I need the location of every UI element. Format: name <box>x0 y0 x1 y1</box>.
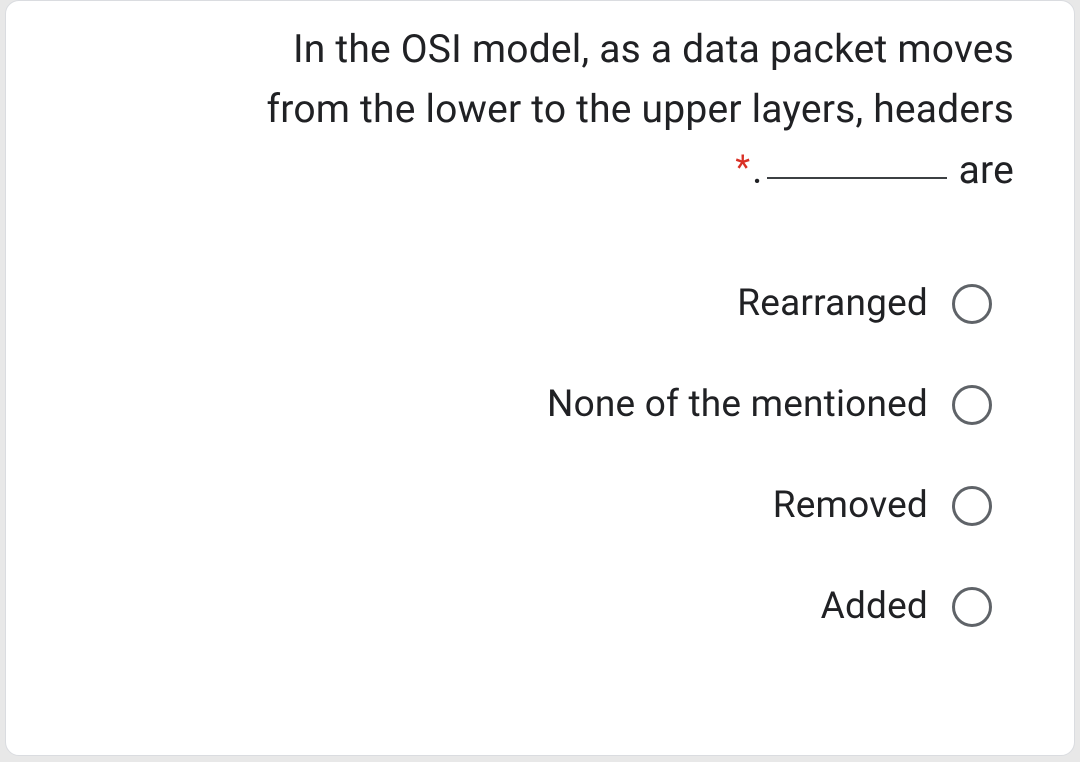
question-card: In the OSI model, as a data packet moves… <box>5 0 1075 756</box>
question-line-2: from the lower to the upper layers, head… <box>267 86 1014 132</box>
option-label: Removed <box>773 484 928 527</box>
fill-blank-line <box>767 177 947 179</box>
option-label: Rearranged <box>737 282 928 325</box>
option-label: None of the mentioned <box>547 383 928 426</box>
options-list: Rearranged None of the mentioned Removed… <box>54 282 1014 628</box>
radio-icon[interactable] <box>952 587 992 627</box>
option-row[interactable]: Removed <box>54 484 992 527</box>
question-line-1: In the OSI model, as a data packet moves <box>293 26 1014 72</box>
question-trailing: are <box>959 140 1014 200</box>
option-row[interactable]: Rearranged <box>54 282 992 325</box>
blank-wrapper: * . are <box>735 140 1014 200</box>
radio-icon[interactable] <box>952 486 992 526</box>
dot: . <box>752 140 762 200</box>
option-row[interactable]: Added <box>54 585 992 628</box>
question-text: In the OSI model, as a data packet moves… <box>54 19 1014 200</box>
required-asterisk-icon: * <box>735 142 750 195</box>
radio-icon[interactable] <box>952 284 992 324</box>
option-row[interactable]: None of the mentioned <box>54 383 992 426</box>
radio-icon[interactable] <box>952 385 992 425</box>
option-label: Added <box>821 585 928 628</box>
